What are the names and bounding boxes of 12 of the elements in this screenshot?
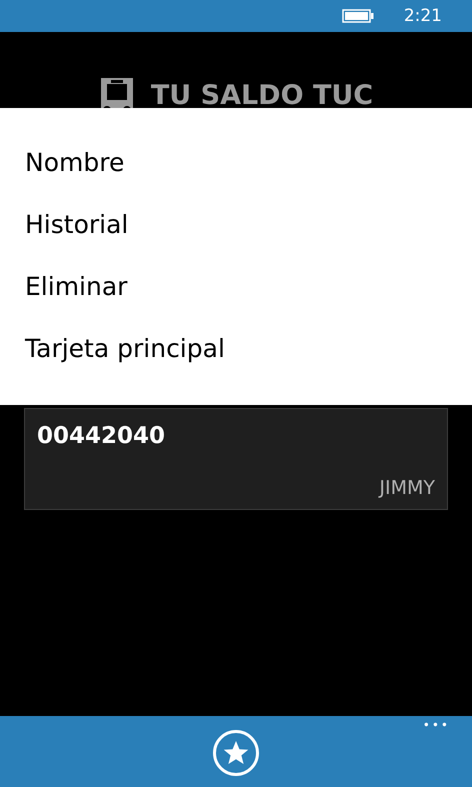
bus-icon (98, 76, 135, 108)
menu-item[interactable]: Tarjeta principal (0, 324, 472, 386)
menu-item[interactable]: Nombre (0, 138, 472, 200)
card-tile[interactable]: 00442040 JIMMY (24, 408, 448, 510)
card-number: 00442040 (37, 423, 166, 449)
clock-time: 2:21 (404, 6, 442, 26)
more-button[interactable]: ••• (422, 718, 450, 732)
card-name: JIMMY (379, 477, 435, 499)
menu-item[interactable]: Historial (0, 200, 472, 262)
battery-icon (342, 9, 374, 23)
app-title: TU SALDO TUC (150, 79, 374, 108)
menu-item[interactable]: Eliminar (0, 262, 472, 324)
